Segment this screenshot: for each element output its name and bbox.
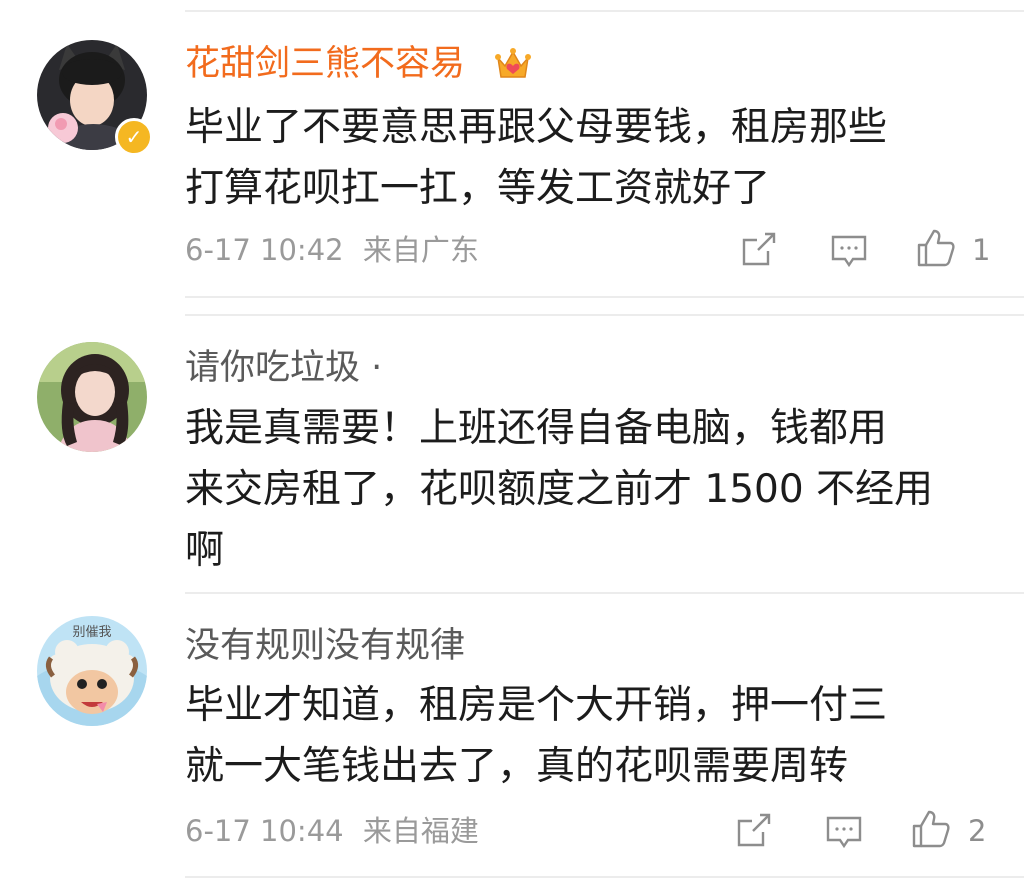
avatar[interactable]: 别催我 bbox=[37, 616, 147, 726]
avatar-caption: 别催我 bbox=[72, 625, 111, 640]
timestamp: 6-17 10:44 bbox=[185, 814, 344, 848]
comment-icon[interactable] bbox=[830, 232, 868, 270]
verified-badge-icon: ✓ bbox=[115, 118, 153, 156]
comment-text-line: 啊 bbox=[185, 528, 225, 573]
comment-text-line: 来交房租了，花呗额度之前才 1500 不经用 bbox=[185, 467, 934, 512]
timestamp: 6-17 10:42 bbox=[185, 233, 344, 267]
comment-text-line: 我是真需要！上班还得自备电脑，钱都用 bbox=[185, 406, 888, 451]
username[interactable]: 没有规则没有规律 bbox=[185, 624, 465, 668]
like-icon[interactable] bbox=[916, 228, 956, 268]
location: 来自广东 bbox=[362, 233, 479, 267]
divider bbox=[185, 314, 1024, 316]
share-icon[interactable] bbox=[735, 811, 773, 849]
divider-top bbox=[185, 10, 1024, 12]
comment-text-line: 就一大笔钱出去了，真的花呗需要周转 bbox=[185, 744, 849, 789]
comment-text-line: 毕业了不要意思再跟父母要钱，租房那些 bbox=[185, 105, 888, 150]
comment-text: 我是真需要！上班还得自备电脑，钱都用 来交房租了，花呗额度之前才 1500 不经… bbox=[185, 398, 1005, 581]
divider bbox=[185, 592, 1024, 594]
crown-icon bbox=[494, 44, 532, 82]
comment-icon[interactable] bbox=[825, 813, 863, 851]
like-count: 1 bbox=[972, 233, 991, 267]
username[interactable]: 花甜剑三熊不容易 bbox=[185, 42, 465, 86]
comment-meta: 6-17 10:44 来自福建 bbox=[185, 813, 479, 849]
comment-meta: 6-17 10:42 来自广东 bbox=[185, 232, 479, 268]
location: 来自福建 bbox=[362, 814, 479, 848]
like-icon[interactable] bbox=[911, 809, 951, 849]
share-icon[interactable] bbox=[740, 230, 778, 268]
avatar[interactable] bbox=[37, 342, 147, 452]
comment-text: 毕业才知道，租房是个大开销，押一付三 就一大笔钱出去了，真的花呗需要周转 bbox=[185, 675, 1005, 797]
comment-text: 毕业了不要意思再跟父母要钱，租房那些 打算花呗扛一扛，等发工资就好了 bbox=[185, 97, 1005, 219]
divider-bottom bbox=[185, 876, 1024, 878]
username[interactable]: 请你吃垃圾 · bbox=[185, 346, 382, 390]
divider bbox=[185, 296, 1024, 298]
comment-text-line: 毕业才知道，租房是个大开销，押一付三 bbox=[185, 683, 888, 728]
comment-text-line: 打算花呗扛一扛，等发工资就好了 bbox=[185, 166, 771, 211]
like-count: 2 bbox=[968, 814, 987, 848]
